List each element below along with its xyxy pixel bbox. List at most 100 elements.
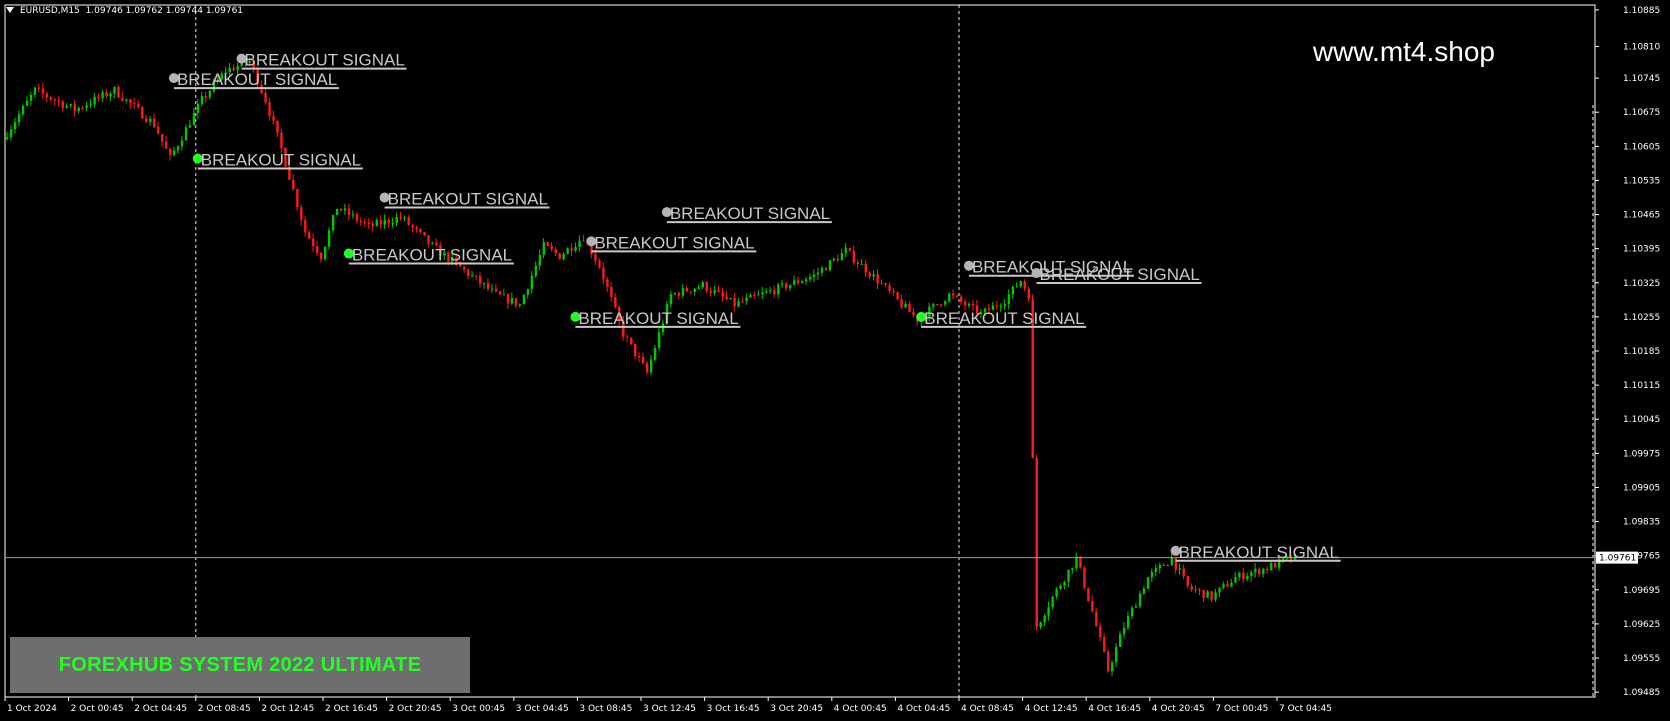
bear-candle <box>677 293 681 296</box>
bear-candle <box>161 134 164 142</box>
time-tick-label: 3 Oct 16:45 <box>707 704 760 714</box>
bear-candle <box>506 294 510 304</box>
bull-candle <box>208 91 212 98</box>
price-tick-label: 1.09975 <box>1623 449 1660 459</box>
bull-candle <box>403 217 406 219</box>
bull-candle <box>9 129 13 138</box>
bull-candle <box>65 105 69 108</box>
time-tick-label: 4 Oct 16:45 <box>1088 704 1141 714</box>
bull-candle <box>761 292 764 295</box>
bull-candle <box>1055 588 1058 597</box>
bear-candle <box>97 96 100 98</box>
signal-label: BREAKOUT SIGNAL <box>201 151 361 170</box>
bear-candle <box>37 87 41 89</box>
bear-candle <box>689 291 693 293</box>
bear-candle <box>908 304 911 313</box>
bull-candle <box>1011 286 1015 295</box>
bull-candle <box>1047 607 1050 616</box>
bull-candle <box>657 332 661 348</box>
bull-candle <box>749 294 752 298</box>
bull-candle <box>77 107 80 112</box>
bull-candle <box>351 214 355 216</box>
chevron-down-icon[interactable] <box>6 7 14 13</box>
system-label-box: FOREXHUB SYSTEM 2022 ULTIMATE <box>10 637 470 693</box>
bear-candle <box>81 107 84 109</box>
bull-candle <box>820 268 824 273</box>
symbol-header: EURUSD,M15 1.09746 1.09762 1.09744 1.097… <box>20 6 243 16</box>
bull-candle <box>29 94 33 101</box>
bear-candle <box>129 99 132 104</box>
bear-candle <box>316 246 319 253</box>
bull-candle <box>482 283 486 285</box>
bear-candle <box>204 96 208 98</box>
bull-candle <box>522 295 526 305</box>
bull-candle <box>1166 565 1170 567</box>
time-tick-label: 4 Oct 08:45 <box>961 704 1014 714</box>
symbol-name: EURUSD,M15 <box>20 6 80 16</box>
bear-candle <box>876 274 879 284</box>
bear-candle <box>956 295 959 297</box>
chart-frame <box>4 4 1596 698</box>
bear-candle <box>773 290 776 295</box>
bull-candle <box>1019 281 1023 287</box>
bear-candle <box>594 253 597 261</box>
bull-candle <box>538 254 542 266</box>
bull-candle <box>1262 568 1265 575</box>
bull-candle <box>816 272 820 275</box>
bear-candle <box>1266 568 1269 571</box>
bull-candle <box>967 304 971 306</box>
bear-candle <box>296 189 299 208</box>
bull-candle <box>1051 596 1054 608</box>
price-tick-label: 1.10675 <box>1623 108 1660 118</box>
bear-candle <box>133 103 136 105</box>
bull-candle <box>21 105 25 115</box>
time-tick-label: 7 Oct 00:45 <box>1215 704 1268 714</box>
bull-candle <box>1007 294 1011 305</box>
bull-candle <box>343 208 347 211</box>
time-tick-label: 2 Oct 16:45 <box>325 704 378 714</box>
bear-candle <box>1079 556 1082 568</box>
bear-candle <box>1226 584 1229 587</box>
price-chart[interactable]: 1.10885 1.10810 1.10745 1.10675 1.10605 1.105… <box>0 0 1670 721</box>
bull-candle <box>1015 286 1019 288</box>
price-tick-label: 1.10605 <box>1623 142 1660 152</box>
bear-candle <box>157 126 160 135</box>
bull-candle <box>1178 568 1182 570</box>
bear-candle <box>137 103 140 108</box>
bull-candle <box>375 220 379 227</box>
bull-candle <box>327 230 331 247</box>
time-tick-label: 3 Oct 20:45 <box>770 704 823 714</box>
bear-candle <box>630 337 633 345</box>
bear-candle <box>550 246 553 250</box>
bear-candle <box>1174 557 1178 570</box>
bull-candle <box>999 306 1003 308</box>
bear-candle <box>164 141 168 149</box>
bear-candle <box>868 272 871 277</box>
bear-candle <box>494 288 498 292</box>
signal-label: BREAKOUT SIGNAL <box>245 51 405 70</box>
bull-candle <box>69 104 72 106</box>
bear-candle <box>888 285 891 291</box>
bull-candle <box>693 288 697 292</box>
bull-candle <box>804 279 808 282</box>
price-tick-label: 1.09905 <box>1623 483 1660 493</box>
system-label: FOREXHUB SYSTEM 2022 ULTIMATE <box>58 653 422 676</box>
price-tick-label: 1.10395 <box>1623 245 1660 255</box>
bear-candle <box>153 118 156 127</box>
bull-candle <box>1238 572 1241 578</box>
time-tick-label: 4 Oct 20:45 <box>1152 704 1205 714</box>
bear-candle <box>41 88 45 94</box>
price-tick-label: 1.10745 <box>1623 74 1660 84</box>
bull-candle <box>1063 581 1066 586</box>
time-tick-label: 3 Oct 04:45 <box>516 704 569 714</box>
bear-candle <box>963 301 967 306</box>
signal-label: BREAKOUT SIGNAL <box>594 233 754 252</box>
signal-label: BREAKOUT SIGNAL <box>177 70 337 89</box>
ohlc-values: 1.09746 1.09762 1.09744 1.09761 <box>85 6 244 16</box>
bear-candle <box>1194 589 1197 591</box>
bear-candle <box>1210 591 1213 600</box>
bull-candle <box>25 100 29 106</box>
bull-candle <box>1206 591 1209 599</box>
bull-candle <box>872 274 875 277</box>
time-tick-label: 2 Oct 08:45 <box>198 704 251 714</box>
